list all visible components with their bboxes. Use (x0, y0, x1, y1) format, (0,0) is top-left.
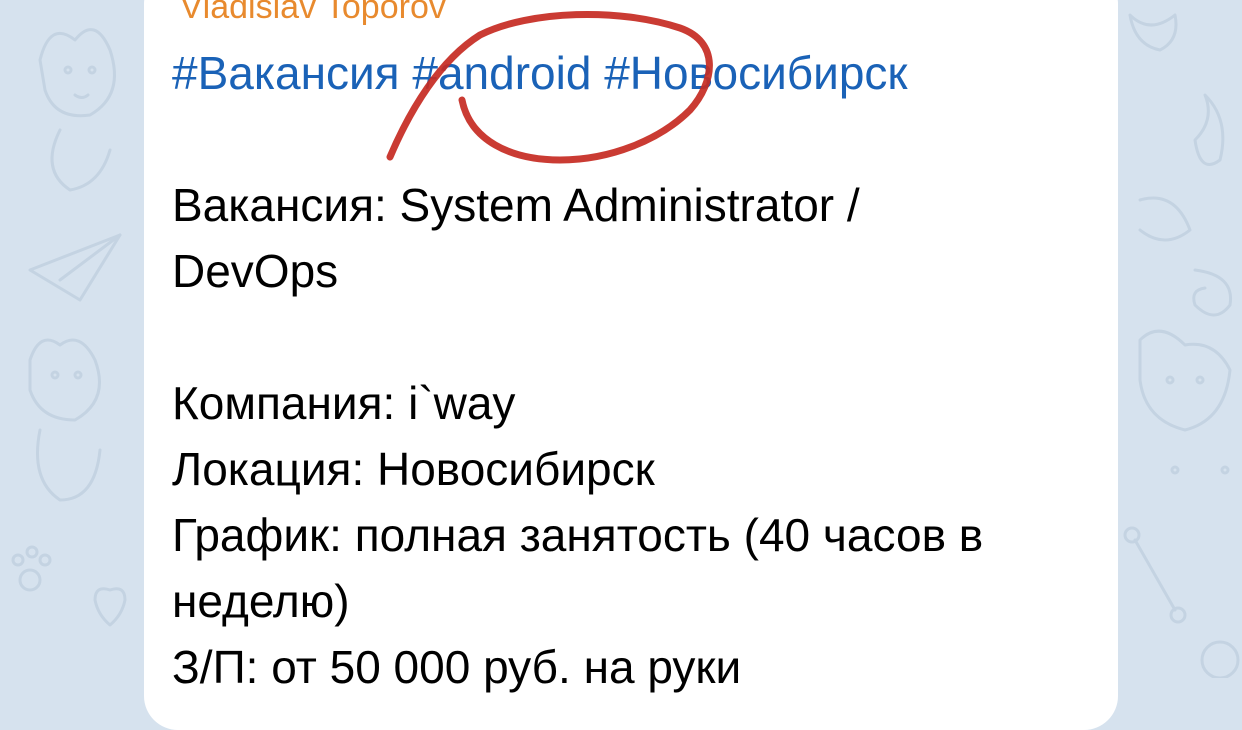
hashtag-novosibirsk[interactable]: #Новосибирск (604, 47, 907, 99)
sender-name[interactable]: Vladislav Toporov (180, 0, 446, 27)
message-line-company: Компания: i`way (172, 377, 516, 429)
message-line-schedule-cont: неделю) (172, 575, 350, 627)
message-line-devops: DevOps (172, 245, 339, 297)
message-line-salary: З/П: от 50 000 руб. на руки (172, 641, 742, 693)
hashtag-line: #Вакансия #android #Новосибирск (172, 46, 908, 100)
message-line-schedule: График: полная занятость (40 часов в (172, 509, 984, 561)
message-line-location: Локация: Новосибирск (172, 443, 655, 495)
message-line-vacancy: Вакансия: System Administrator / (172, 179, 860, 231)
hashtag-android[interactable]: #android (412, 47, 591, 99)
hashtag-vacancy[interactable]: #Вакансия (172, 47, 400, 99)
